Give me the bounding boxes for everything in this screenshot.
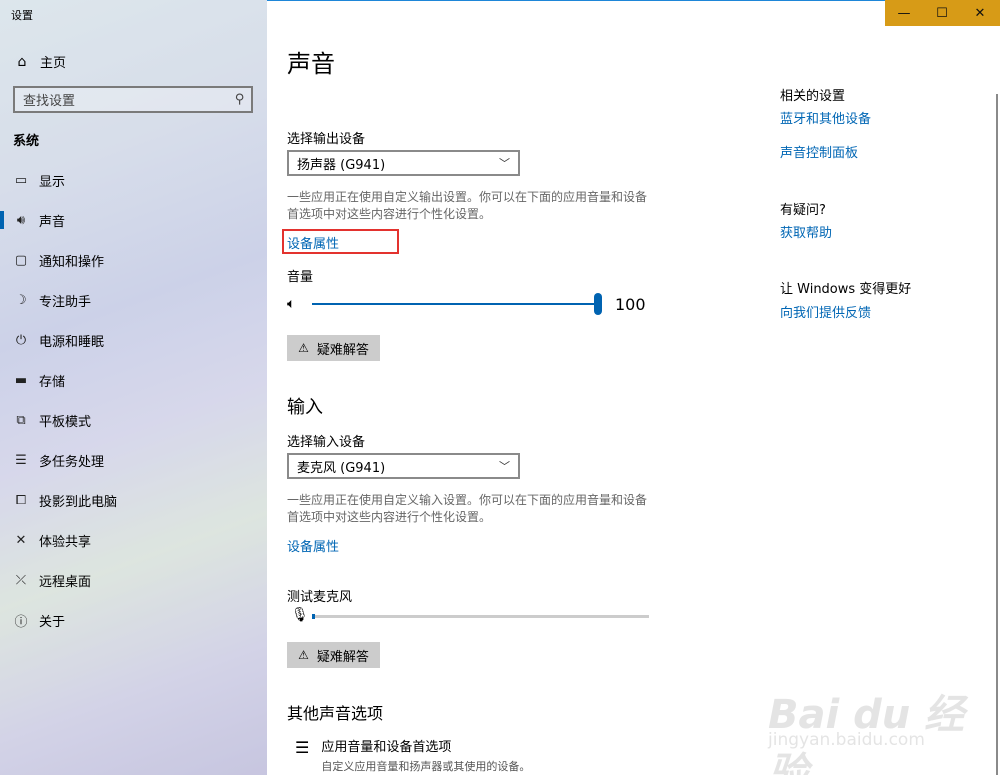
sidebar-item-project[interactable]: ⧠ 投影到此电脑 <box>0 480 267 520</box>
main-content: 声音 选择输出设备 扬声器 (G941) ﹀ 一些应用正在使用自定义输出设置。你… <box>267 0 1000 775</box>
home-label: 主页 <box>40 56 67 71</box>
sliders-icon: ☰ <box>295 738 310 757</box>
info-icon: ⓘ <box>14 614 28 630</box>
output-device-properties-link[interactable]: 设备属性 <box>287 233 339 252</box>
sound-control-panel-link[interactable]: 声音控制面板 <box>780 142 858 161</box>
bluetooth-devices-link[interactable]: 蓝牙和其他设备 <box>780 108 871 127</box>
sidebar-item-label: 通知和操作 <box>39 254 105 270</box>
sidebar-item-label: 多任务处理 <box>39 454 105 470</box>
storage-icon: ▬ <box>14 372 28 388</box>
sidebar-item-focus[interactable]: ☽ 专注助手 <box>0 280 267 320</box>
volume-value: 100 <box>615 295 646 314</box>
sidebar-item-label: 投影到此电脑 <box>39 494 118 510</box>
sidebar-item-label: 专注助手 <box>39 294 92 310</box>
troubleshoot-label: 疑难解答 <box>316 649 369 665</box>
output-description: 一些应用正在使用自定义输出设置。你可以在下面的应用音量和设备首选项中对这些内容进… <box>287 190 648 221</box>
home-icon: ⌂ <box>17 53 27 70</box>
watermark-logo: Bai du 经验 <box>768 692 965 775</box>
test-mic-label: 测试麦克风 <box>287 590 353 605</box>
sidebar-item-power[interactable]: ⏻ 电源和睡眠 <box>0 320 267 360</box>
app-volume-desc: 自定义应用音量和扬声器或其使用的设备。 <box>321 760 531 773</box>
other-sound-heading: 其他声音选项 <box>287 704 384 723</box>
sidebar-item-multitasking[interactable]: ☰ 多任务处理 <box>0 440 267 480</box>
tablet-icon: ⧉ <box>16 412 26 428</box>
section-label: 系统 <box>13 134 40 149</box>
search-box[interactable]: 查找设置 ⚲ <box>13 86 253 113</box>
sidebar-item-label: 显示 <box>39 174 66 190</box>
sidebar-item-label: 远程桌面 <box>39 574 92 590</box>
sidebar-item-display[interactable]: ▭ 显示 <box>0 160 267 200</box>
output-device-value: 扬声器 (G941) <box>297 157 386 173</box>
sidebar-item-label: 平板模式 <box>39 414 92 430</box>
output-device-label: 选择输出设备 <box>287 132 366 147</box>
sidebar-item-sound[interactable]: 🔊︎ 声音 <box>0 200 267 240</box>
sidebar-nav: ▭ 显示 🔊︎ 声音 ▢ 通知和操作 ☽ 专注助手 ⏻ 电源和睡眠 ▬ 存储 ⧉… <box>0 160 267 640</box>
warning-icon: ⚠ <box>298 648 309 662</box>
page-title: 声音 <box>287 50 335 78</box>
volume-slider-thumb[interactable] <box>594 293 602 315</box>
watermark-url: jingyan.baidu.com <box>768 730 925 750</box>
get-help-link[interactable]: 获取帮助 <box>780 222 832 241</box>
display-icon: ▭ <box>14 172 28 188</box>
watermark: Bai du 经验 jingyan.baidu.com <box>768 668 1000 775</box>
input-heading: 输入 <box>287 397 323 418</box>
sidebar-item-label: 电源和睡眠 <box>39 334 105 350</box>
input-device-label: 选择输入设备 <box>287 435 366 450</box>
multitask-icon: ☰ <box>15 452 27 468</box>
mic-level-row: 🎙︎ <box>287 606 652 628</box>
input-device-select[interactable]: 麦克风 (G941) ﹀ <box>287 453 520 479</box>
microphone-icon: 🎙︎ <box>291 607 309 623</box>
volume-row: 🔈︎ 100 <box>287 293 647 317</box>
sidebar: 设置 ⌂ 主页 查找设置 ⚲ 系统 ▭ 显示 🔊︎ 声音 ▢ 通知和操作 ☽ 专… <box>0 0 267 775</box>
troubleshoot-label: 疑难解答 <box>316 342 369 358</box>
sidebar-item-label: 存储 <box>39 374 66 390</box>
sidebar-item-about[interactable]: ⓘ 关于 <box>0 600 267 640</box>
related-settings-heading: 相关的设置 <box>780 89 846 104</box>
chevron-down-icon: ﹀ <box>499 460 510 473</box>
sidebar-item-label: 声音 <box>39 214 66 230</box>
input-troubleshoot-button[interactable]: ⚠ 疑难解答 <box>287 642 380 668</box>
warning-icon: ⚠ <box>298 341 309 355</box>
sidebar-item-label: 关于 <box>39 614 66 630</box>
remote-icon: ⤫ <box>15 572 27 588</box>
moon-icon: ☽ <box>15 292 27 308</box>
input-device-properties-link[interactable]: 设备属性 <box>287 536 339 555</box>
app-volume-option[interactable]: ☰ 应用音量和设备首选项 自定义应用音量和扬声器或其使用的设备。 <box>295 736 530 774</box>
input-device-value: 麦克风 (G941) <box>297 460 386 476</box>
sidebar-item-notifications[interactable]: ▢ 通知和操作 <box>0 240 267 280</box>
sidebar-item-storage[interactable]: ▬ 存储 <box>0 360 267 400</box>
output-troubleshoot-button[interactable]: ⚠ 疑难解答 <box>287 335 380 361</box>
mic-level-fill <box>312 614 315 619</box>
chevron-down-icon: ﹀ <box>499 157 510 170</box>
output-device-select[interactable]: 扬声器 (G941) ﹀ <box>287 150 520 176</box>
speaker-icon: 🔊︎ <box>16 212 26 228</box>
sidebar-item-tablet[interactable]: ⧉ 平板模式 <box>0 400 267 440</box>
search-icon: ⚲ <box>235 92 245 107</box>
volume-slider-track[interactable] <box>312 303 598 305</box>
volume-label: 音量 <box>287 270 314 285</box>
notification-icon: ▢ <box>14 252 28 268</box>
window-title: 设置 <box>11 9 33 22</box>
feedback-link[interactable]: 向我们提供反馈 <box>780 302 871 321</box>
share-icon: ✕ <box>15 532 27 548</box>
project-icon: ⧠ <box>15 492 27 508</box>
sidebar-item-shared[interactable]: ✕ 体验共享 <box>0 520 267 560</box>
sidebar-home[interactable]: ⌂ 主页 <box>13 52 67 72</box>
improve-windows-heading: 让 Windows 变得更好 <box>780 282 912 297</box>
power-icon: ⏻ <box>15 332 27 348</box>
app-volume-title: 应用音量和设备首选项 <box>321 740 452 755</box>
input-description: 一些应用正在使用自定义输入设置。你可以在下面的应用音量和设备首选项中对这些内容进… <box>287 493 648 524</box>
question-heading: 有疑问? <box>780 203 826 218</box>
sidebar-item-label: 体验共享 <box>39 534 92 550</box>
search-input[interactable]: 查找设置 <box>23 90 75 109</box>
speaker-icon[interactable]: 🔈︎ <box>287 296 295 312</box>
sidebar-item-remote[interactable]: ⤫ 远程桌面 <box>0 560 267 600</box>
mic-level-track <box>312 615 649 618</box>
